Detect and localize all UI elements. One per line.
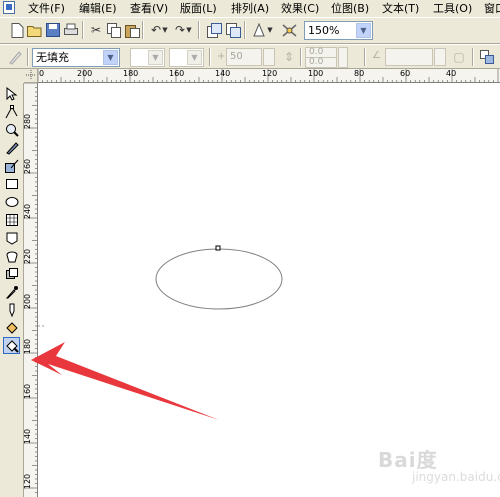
annotation-arrow bbox=[31, 342, 219, 420]
red-arrow bbox=[31, 342, 219, 420]
watermark-logo: Bai度 bbox=[378, 448, 438, 472]
watermark-url: jingyan.baidu.com bbox=[412, 470, 500, 484]
